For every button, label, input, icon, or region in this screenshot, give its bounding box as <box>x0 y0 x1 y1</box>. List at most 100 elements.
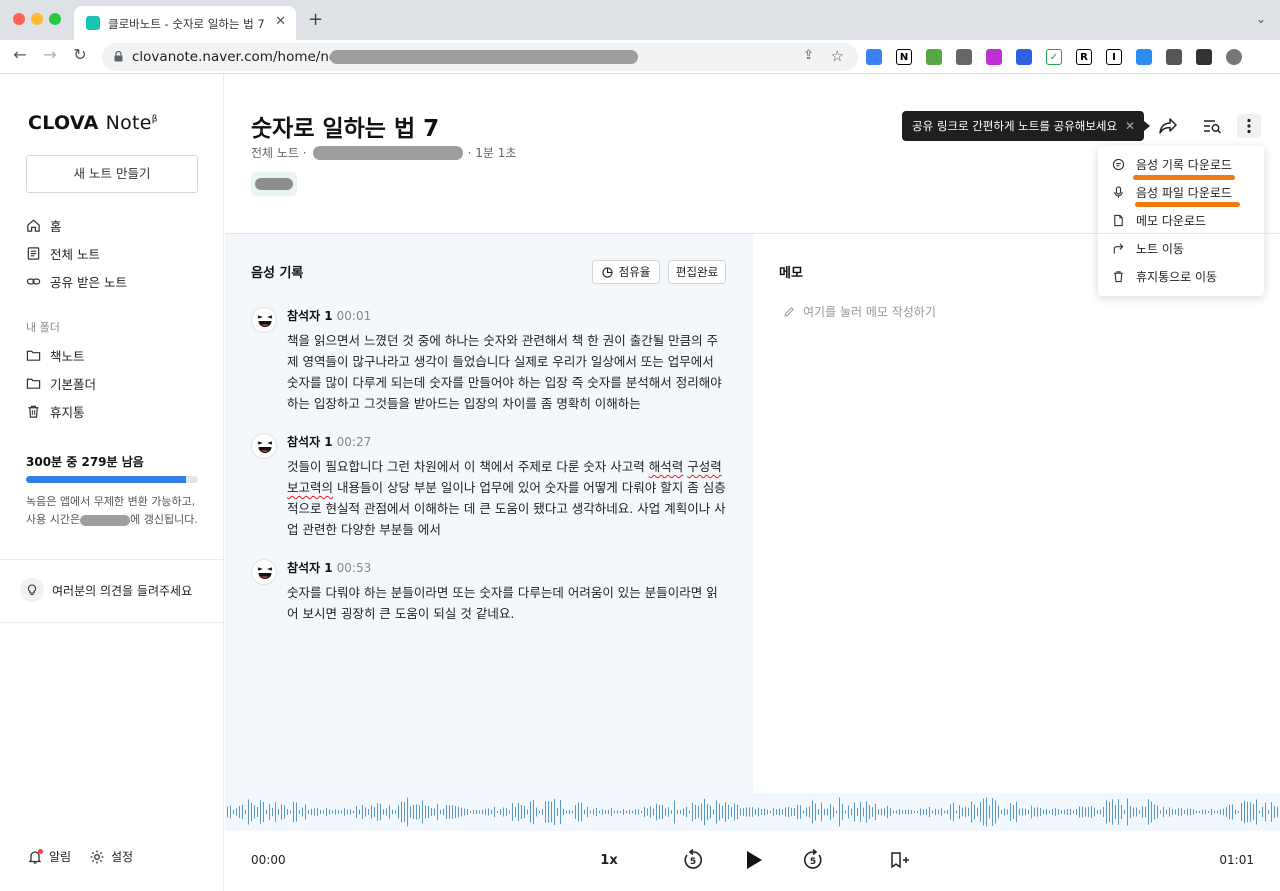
address-bar[interactable]: clovanote.naver.com/home/note/ ⇪ ☆ <box>102 43 858 71</box>
memo-input[interactable]: 여기를 눌러 메모 작성하기 <box>783 303 936 320</box>
rewind-5-icon: 5 <box>684 849 703 869</box>
notion-icon[interactable]: N <box>896 49 912 65</box>
waveform-bar <box>629 809 630 815</box>
utterance-text[interactable]: 것들이 필요합니다 그런 차원에서 이 책에서 주제로 다룬 숫자 사고력 해석… <box>287 456 727 540</box>
speaker-label[interactable]: 참석자 1 00:27 <box>287 433 371 450</box>
share-page-icon[interactable]: ⇪ <box>803 48 814 63</box>
window-minimize-button[interactable] <box>31 13 43 25</box>
sidebar-icon[interactable] <box>1196 49 1212 65</box>
browser-tab[interactable]: 클로바노트 - 숫자로 일하는 법 7 ✕ <box>74 6 296 40</box>
search-transcript-button[interactable] <box>1200 114 1224 138</box>
i-icon[interactable]: I <box>1106 49 1122 65</box>
settings-button[interactable]: 설정 <box>89 848 133 865</box>
extension-5-icon[interactable] <box>986 49 1002 65</box>
sidebar-folder-default[interactable]: 기본폴더 <box>26 373 216 393</box>
waveform-bar <box>467 809 468 815</box>
speaker-label[interactable]: 참석자 1 00:01 <box>287 307 371 324</box>
waveform-bar <box>1073 810 1074 814</box>
waveform-bar <box>689 810 690 814</box>
add-bookmark-button[interactable] <box>887 847 913 873</box>
waveform-bar <box>1268 810 1269 814</box>
clova-note-logo[interactable]: CLOVA Noteβ <box>28 112 158 134</box>
playback-speed-button[interactable]: 1x <box>599 847 619 873</box>
tab-search-button[interactable]: ⌄ <box>1256 12 1266 26</box>
profile-avatar[interactable] <box>1226 49 1242 65</box>
speaker-avatar[interactable] <box>251 559 277 585</box>
back-button[interactable]: ← <box>9 45 31 64</box>
waveform-bar <box>857 808 858 816</box>
utterance-timestamp[interactable]: 00:53 <box>337 561 372 575</box>
waveform-bar <box>512 803 513 821</box>
edit-done-button[interactable]: 편집완료 <box>668 260 726 284</box>
waveform-bar <box>1175 809 1176 815</box>
waveform-bar <box>425 805 426 819</box>
forward-5-button[interactable]: 5 <box>800 847 826 873</box>
note-title[interactable]: 숫자로 일하는 법 7 <box>251 109 439 143</box>
cloud-icon[interactable] <box>956 49 972 65</box>
menu-item-download-audio[interactable]: 음성 파일 다운로드 <box>1112 183 1232 201</box>
waveform-bar <box>965 806 966 818</box>
window-close-button[interactable] <box>13 13 25 25</box>
audio-waveform[interactable] <box>225 793 1280 831</box>
sidebar-item-shared-notes[interactable]: 공유 받은 노트 <box>26 271 216 291</box>
waveform-bar <box>1247 801 1248 823</box>
clova-favicon-icon <box>86 16 100 30</box>
extension-1-icon[interactable] <box>866 49 882 65</box>
sidebar-item-all-notes[interactable]: 전체 노트 <box>26 243 216 263</box>
quota-desc-pre: 사용 시간은 <box>26 513 81 526</box>
new-tab-button[interactable]: + <box>308 11 323 29</box>
waveform-bar <box>473 809 474 815</box>
breadcrumb-folder[interactable]: 전체 노트 · <box>251 144 307 161</box>
menu-item-download-memo[interactable]: 메모 다운로드 <box>1112 211 1206 229</box>
feedback-link[interactable]: 여러분의 의견을 들려주세요 <box>20 577 192 603</box>
menu-item-move-to-trash[interactable]: 휴지통으로 이동 <box>1112 267 1217 285</box>
utterance-timestamp[interactable]: 00:27 <box>337 435 372 449</box>
new-note-button[interactable]: 새 노트 만들기 <box>26 155 198 193</box>
spellcheck-word: 구성력 <box>687 459 722 474</box>
waveform-bar <box>383 809 384 815</box>
utterance-text[interactable]: 숫자를 다뤄야 하는 분들이라면 또는 숫자를 다루는데 어려움이 있는 분들이… <box>287 582 727 624</box>
bookmark-star-icon[interactable]: ☆ <box>831 47 844 65</box>
waveform-bar <box>1229 804 1230 820</box>
menu-item-download-transcript[interactable]: 음성 기록 다운로드 <box>1112 155 1232 173</box>
play-button[interactable] <box>741 847 767 873</box>
note-tag-chip[interactable] <box>251 172 297 196</box>
more-options-button[interactable] <box>1237 114 1261 138</box>
utterance-text[interactable]: 책을 읽으면서 느꼈던 것 중에 하나는 숫자와 관련해서 책 한 권이 출간될… <box>287 330 727 414</box>
waveform-bar <box>422 800 423 824</box>
forward-button[interactable]: → <box>39 45 61 64</box>
sidebar-folder-trash[interactable]: 휴지통 <box>26 401 216 421</box>
extension-10-icon[interactable] <box>1136 49 1152 65</box>
sidebar-folder-booknote[interactable]: 책노트 <box>26 345 216 365</box>
tab-close-button[interactable]: ✕ <box>275 14 286 29</box>
speaker-avatar[interactable] <box>251 433 277 459</box>
waveform-bar <box>605 809 606 815</box>
speaker-share-button[interactable]: 점유율 <box>592 260 660 284</box>
waveform-bar <box>401 801 402 823</box>
alarm-button[interactable]: 알림 <box>27 848 71 865</box>
speaker-avatar[interactable] <box>251 307 277 333</box>
waveform-bar <box>638 809 639 815</box>
sidebar: CLOVA Noteβ 새 노트 만들기 홈 전체 노트 공유 받은 노트 내 … <box>0 74 224 891</box>
trash-icon <box>28 405 39 418</box>
rewind-5-button[interactable]: 5 <box>680 847 706 873</box>
utterance-timestamp[interactable]: 00:01 <box>337 309 372 323</box>
puzzle-icon[interactable] <box>1166 49 1182 65</box>
speaker-label[interactable]: 참석자 1 00:53 <box>287 559 371 576</box>
tooltip-close-button[interactable]: ✕ <box>1125 111 1135 141</box>
transcript-icon <box>1112 158 1125 170</box>
waveform-bar <box>1043 809 1044 815</box>
window-zoom-button[interactable] <box>49 13 61 25</box>
r-icon[interactable]: R <box>1076 49 1092 65</box>
sidebar-item-home[interactable]: 홈 <box>26 215 216 235</box>
share-button[interactable] <box>1156 114 1180 138</box>
reload-button[interactable]: ↻ <box>69 45 91 64</box>
waveform-bar <box>1265 802 1266 822</box>
laughing-face-icon <box>257 315 273 327</box>
extension-3-icon[interactable] <box>926 49 942 65</box>
waveform-bar <box>563 808 564 816</box>
waveform-bar <box>920 808 921 816</box>
menu-item-move-note[interactable]: 노트 이동 <box>1112 239 1184 257</box>
extension-6-icon[interactable] <box>1016 49 1032 65</box>
checkbox-icon[interactable]: ✓ <box>1046 49 1062 65</box>
